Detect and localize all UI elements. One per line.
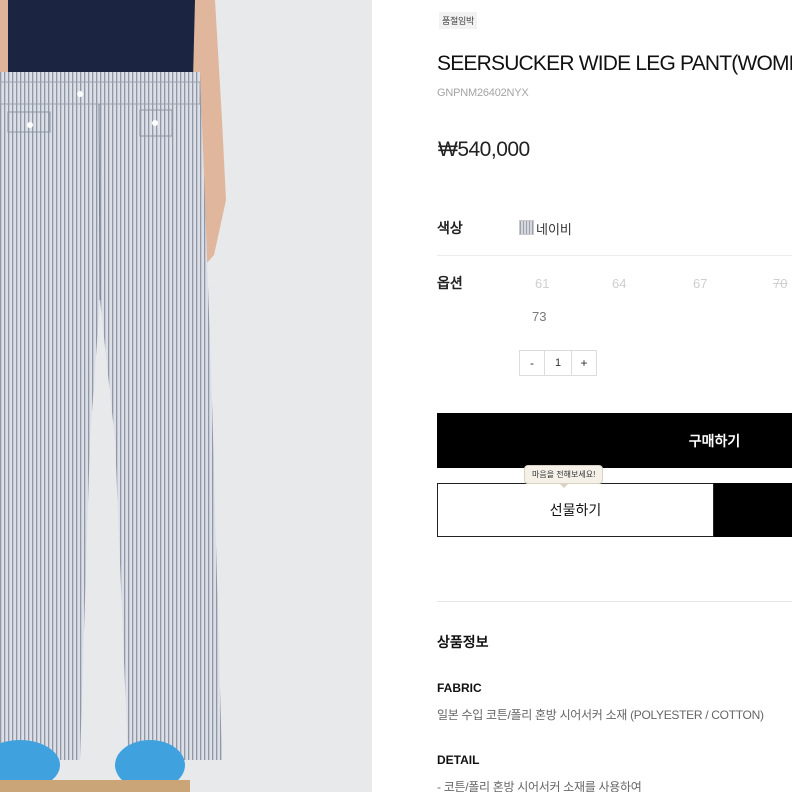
gift-button[interactable]: 선물하기	[437, 483, 714, 537]
color-label: 색상	[437, 220, 463, 236]
product-info-panel: 품절임박 SEERSUCKER WIDE LEG PANT(WOMEN) GNP…	[437, 0, 792, 792]
product-code: GNPNM26402NYX	[437, 87, 529, 99]
buy-button-label: 구매하기	[688, 432, 741, 449]
option-label: 옵션	[437, 275, 463, 291]
fabric-description: 일본 수입 코튼/폴리 혼방 시어서커 소재 (POLYESTER / COTT…	[437, 708, 764, 722]
size-option-61[interactable]: 61	[535, 276, 549, 291]
product-photo-image	[0, 0, 372, 792]
product-title: SEERSUCKER WIDE LEG PANT(WOMEN)	[437, 52, 792, 75]
divider	[437, 255, 792, 256]
stock-badge: 품절임박	[439, 12, 477, 29]
secondary-action-button[interactable]	[714, 483, 792, 537]
quantity-increase-button[interactable]: +	[572, 351, 596, 375]
size-option-70[interactable]: 70	[773, 276, 787, 291]
gift-tooltip: 마음을 전해보세요!	[524, 465, 604, 488]
color-swatch-navy[interactable]	[519, 220, 534, 235]
product-info-title: 상품정보	[437, 634, 489, 650]
detail-title: DETAIL	[437, 753, 480, 767]
quantity-decrease-button[interactable]: -	[520, 351, 544, 375]
product-page: 품절임박 SEERSUCKER WIDE LEG PANT(WOMEN) GNP…	[0, 0, 792, 792]
product-photo[interactable]	[0, 0, 372, 792]
product-price: ₩540,000	[438, 138, 530, 161]
size-option-73[interactable]: 73	[532, 309, 546, 324]
detail-description: - 코튼/폴리 혼방 시어서커 소재를 사용하여	[437, 780, 642, 792]
color-name: 네이비	[536, 222, 572, 237]
quantity-input[interactable]: 1	[544, 351, 572, 375]
quantity-stepper: - 1 +	[519, 350, 597, 376]
divider	[437, 601, 792, 602]
gift-button-label: 선물하기	[549, 502, 602, 518]
fabric-title: FABRIC	[437, 681, 482, 695]
size-option-64[interactable]: 64	[612, 276, 626, 291]
size-option-67[interactable]: 67	[693, 276, 707, 291]
buy-button[interactable]: 구매하기	[437, 413, 792, 468]
